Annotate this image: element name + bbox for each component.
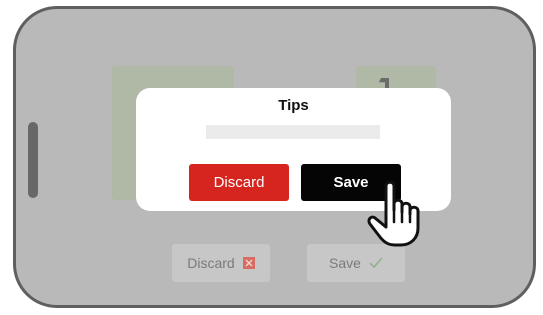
- check-icon: [369, 257, 383, 269]
- dialog-placeholder-bar: [206, 125, 380, 139]
- background-save-label: Save: [329, 255, 361, 271]
- close-icon: [242, 257, 255, 269]
- discard-button[interactable]: Discard: [189, 164, 289, 201]
- side-button: [28, 122, 38, 198]
- background-discard-button: Discard: [172, 244, 270, 282]
- hand-pointer-icon: [367, 180, 420, 247]
- dialog-title: Tips: [278, 97, 309, 114]
- background-save-button: Save: [307, 244, 405, 282]
- background-discard-label: Discard: [187, 255, 235, 271]
